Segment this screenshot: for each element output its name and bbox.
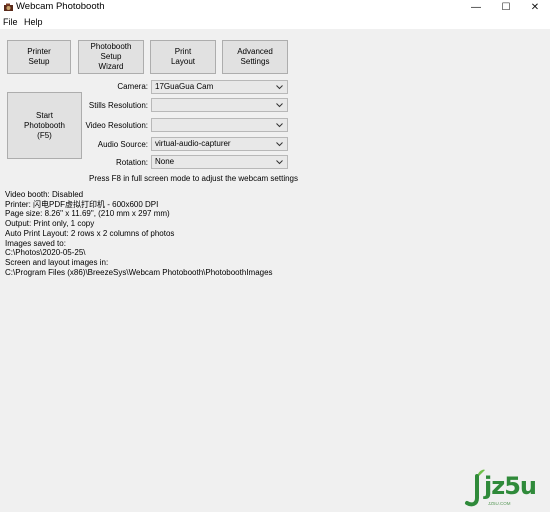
print-layout-button[interactable]: Print Layout: [150, 40, 216, 74]
chevron-down-icon: [276, 85, 283, 90]
title-bar: Webcam Photobooth — ☐ ✕: [0, 0, 550, 15]
video-resolution-select[interactable]: [151, 118, 288, 132]
page-size-info: Page size: 8.26" x 11.69", (210 mm x 297…: [5, 209, 170, 219]
rotation-select[interactable]: None: [151, 155, 288, 169]
chevron-down-icon: [276, 160, 283, 165]
watermark-url: JZ5U.COM: [488, 501, 511, 506]
status-info: Video booth: Disabled Printer: 闪电PDF虚拟打印…: [5, 190, 405, 277]
chevron-down-icon: [276, 142, 283, 147]
layout-images-path: C:\Program Files (x86)\BreezeSys\Webcam …: [5, 267, 273, 277]
webcam-settings-hint: Press F8 in full screen mode to adjust t…: [89, 174, 298, 183]
chevron-down-icon: [276, 123, 283, 128]
watermark-word: jz5u: [484, 472, 537, 500]
camera-select[interactable]: 17GuaGua Cam: [151, 80, 288, 94]
output-info: Output: Print only, 1 copy: [5, 219, 95, 229]
auto-print-layout-info: Auto Print Layout: 2 rows x 2 columns of…: [5, 228, 175, 238]
maximize-button[interactable]: ☐: [491, 0, 521, 14]
layout-images-label: Screen and layout images in:: [5, 257, 109, 267]
printer-setup-button[interactable]: Printer Setup: [7, 40, 71, 74]
camera-app-icon: [4, 3, 13, 11]
chevron-down-icon: [276, 103, 283, 108]
video-booth-status: Video booth: Disabled: [5, 190, 84, 199]
jz5u-watermark-logo: jz5u JZ5U.COM: [462, 468, 548, 510]
start-photobooth-button[interactable]: Start Photobooth (F5): [7, 92, 82, 159]
menu-bar: File Help: [0, 15, 550, 30]
rotation-label: Rotation:: [115, 158, 148, 167]
minimize-button[interactable]: —: [461, 0, 491, 14]
window-title: Webcam Photobooth: [16, 1, 105, 12]
audio-source-label: Audio Source:: [97, 140, 148, 149]
images-saved-label: Images saved to:: [5, 238, 66, 248]
rotation-value: None: [155, 157, 175, 166]
printer-info: Printer: 闪电PDF虚拟打印机 - 600x600 DPI: [5, 199, 159, 209]
images-saved-path: C:\Photos\2020-05-25\: [5, 248, 86, 258]
advanced-settings-button[interactable]: Advanced Settings: [222, 40, 288, 74]
stills-resolution-select[interactable]: [151, 98, 288, 112]
camera-label: Camera:: [117, 82, 148, 91]
menu-help[interactable]: Help: [24, 17, 43, 28]
audio-source-select[interactable]: virtual-audio-capturer: [151, 137, 288, 151]
camera-select-value: 17GuaGua Cam: [155, 82, 214, 91]
video-resolution-label: Video Resolution:: [85, 121, 148, 130]
menu-file[interactable]: File: [3, 17, 18, 28]
leaf-j-icon: [465, 469, 485, 507]
photobooth-setup-wizard-button[interactable]: Photobooth Setup Wizard: [78, 40, 144, 74]
close-button[interactable]: ✕: [520, 0, 550, 14]
stills-resolution-label: Stills Resolution:: [88, 101, 148, 110]
audio-source-value: virtual-audio-capturer: [155, 139, 231, 148]
